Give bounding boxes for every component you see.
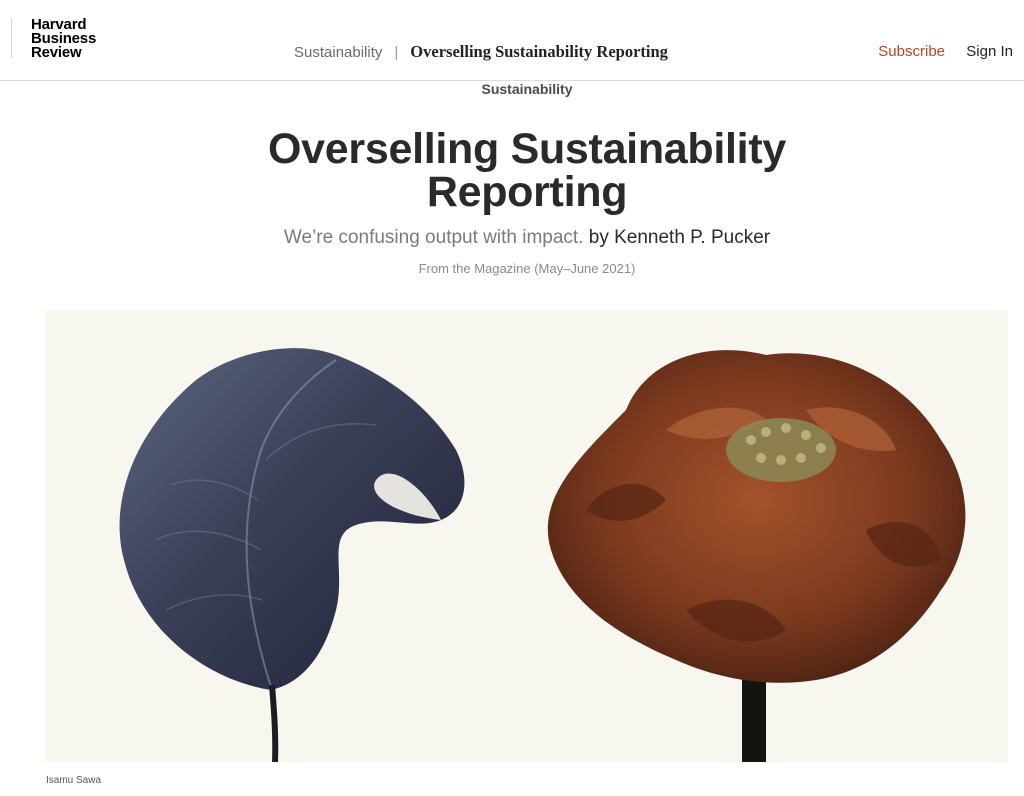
topic-link[interactable]: Sustainability: [481, 81, 572, 97]
site-header: Harvard Business Review Sustainability |…: [0, 0, 1024, 81]
subscribe-link[interactable]: Subscribe: [878, 43, 945, 60]
article-title: Overselling Sustainability Reporting: [0, 128, 1024, 214]
logo-divider: [11, 18, 12, 58]
sign-in-link[interactable]: Sign In: [966, 43, 1013, 60]
article-dek: We’re confusing output with impact.: [283, 227, 584, 248]
breadcrumb-separator: |: [394, 43, 399, 61]
breadcrumb: Sustainability | Overselling Sustainabil…: [294, 41, 668, 63]
byline-prefix: by: [588, 227, 609, 248]
dried-flower-icon: [547, 350, 966, 762]
hero-illustration: [119, 348, 966, 762]
title-line-1: Overselling Sustainability: [268, 125, 786, 173]
dek-and-byline: We’re confusing output with impact. by K…: [0, 226, 1024, 250]
article-page: Harvard Business Review Sustainability |…: [0, 0, 1024, 796]
logo-line-3: Review: [31, 44, 82, 61]
hero-image: [46, 310, 1008, 762]
author-link[interactable]: Kenneth P. Pucker: [614, 227, 770, 248]
dried-leaf-icon: [119, 348, 465, 762]
breadcrumb-section-link[interactable]: Sustainability: [294, 44, 382, 61]
byline: by Kenneth P. Pucker: [589, 227, 770, 248]
topic-tag: Sustainability: [0, 81, 1024, 99]
hbr-logo[interactable]: Harvard Business Review: [31, 17, 96, 61]
title-line-2: Reporting: [426, 168, 628, 216]
breadcrumb-article-title: Overselling Sustainability Reporting: [410, 42, 668, 61]
image-credit: Isamu Sawa: [46, 775, 102, 786]
magazine-issue: From the Magazine (May–June 2021): [418, 261, 636, 276]
